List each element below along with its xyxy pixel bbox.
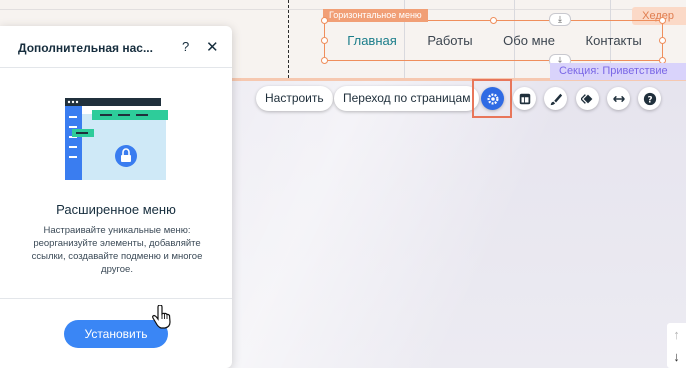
hand-cursor-icon bbox=[152, 305, 171, 329]
animation-icon[interactable] bbox=[576, 87, 599, 110]
scroll-up-icon[interactable]: ↑ bbox=[673, 327, 680, 342]
horizontal-menu[interactable]: Главная Работы Обо мне Контакты bbox=[324, 20, 663, 61]
layout-icon[interactable] bbox=[513, 87, 536, 110]
advanced-menu-illustration bbox=[65, 98, 168, 180]
panel-divider bbox=[0, 298, 232, 299]
menu-item-about[interactable]: Обо мне bbox=[503, 33, 555, 48]
navigate-pages-button[interactable]: Переход по страницам bbox=[334, 86, 480, 111]
customize-button[interactable]: Настроить bbox=[256, 86, 333, 111]
resize-handle[interactable] bbox=[321, 57, 328, 64]
resize-handle[interactable] bbox=[490, 17, 497, 24]
resize-handle[interactable] bbox=[321, 37, 328, 44]
resize-handle[interactable] bbox=[321, 17, 328, 24]
settings-icon[interactable] bbox=[481, 87, 504, 110]
svg-text:?: ? bbox=[647, 95, 652, 105]
panel-description: Настраивайте уникальные меню: реорганизу… bbox=[31, 225, 203, 275]
stretch-down-icon[interactable]: ⤓ bbox=[549, 13, 571, 26]
menu-item-home[interactable]: Главная bbox=[347, 33, 396, 48]
scroll-down-icon[interactable]: ↓ bbox=[673, 349, 680, 364]
panel-header: Дополнительная нас... ? ✕ bbox=[0, 26, 232, 68]
design-brush-icon[interactable] bbox=[544, 87, 567, 110]
scroll-controls[interactable]: ↑ ↓ bbox=[667, 323, 686, 368]
panel-title: Дополнительная нас... bbox=[18, 41, 153, 55]
resize-handle[interactable] bbox=[659, 17, 666, 24]
stretch-icon[interactable] bbox=[607, 87, 630, 110]
help-icon[interactable]: ? bbox=[182, 39, 189, 54]
help-icon[interactable]: ? bbox=[638, 87, 661, 110]
section-tag[interactable]: Секция: Приветствие bbox=[550, 63, 686, 80]
app-info-panel: Дополнительная нас... ? ✕ Расширенное ме… bbox=[0, 26, 232, 368]
menu-item-contacts[interactable]: Контакты bbox=[586, 33, 642, 48]
close-icon[interactable]: ✕ bbox=[206, 38, 219, 56]
grid-dashed-line bbox=[288, 0, 289, 78]
resize-handle[interactable] bbox=[659, 37, 666, 44]
panel-heading: Расширенное меню bbox=[56, 202, 176, 217]
menu-item-works[interactable]: Работы bbox=[427, 33, 472, 48]
